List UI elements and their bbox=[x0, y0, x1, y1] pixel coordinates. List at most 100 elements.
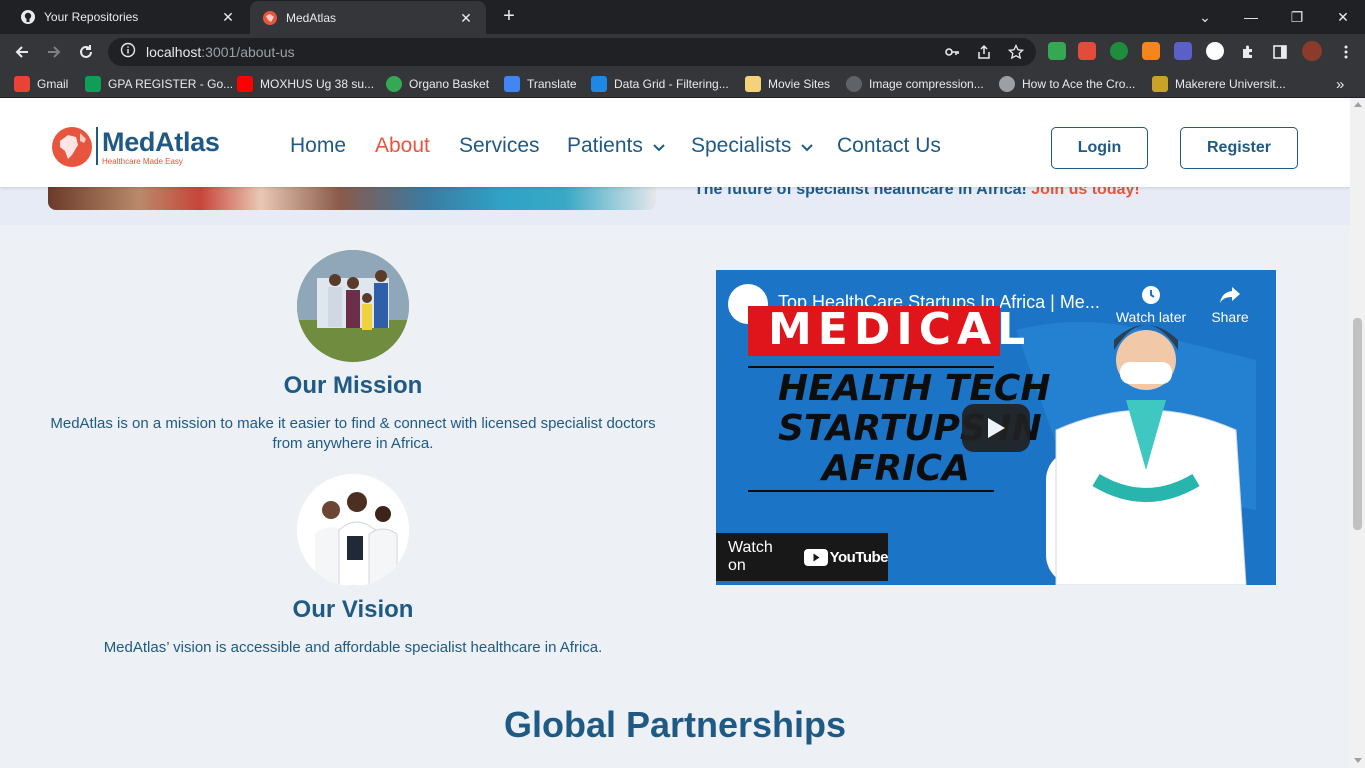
tab-search-icon[interactable]: ⌄ bbox=[1182, 0, 1228, 34]
browser-tab-bar: Your Repositories ✕ MedAtlas ✕ + ⌄ — ❐ ✕ bbox=[0, 0, 1365, 35]
github-icon bbox=[20, 9, 36, 25]
watch-on-label: Watch on bbox=[728, 539, 773, 574]
close-window-icon[interactable]: ✕ bbox=[1320, 0, 1365, 34]
login-button[interactable]: Login bbox=[1051, 127, 1148, 169]
extension-purple-icon[interactable] bbox=[1174, 42, 1192, 60]
medatlas-favicon-icon bbox=[262, 10, 278, 26]
watch-later-button[interactable]: Watch later bbox=[1111, 284, 1191, 325]
bookmark-how-to-ace[interactable]: How to Ace the Cro... bbox=[999, 75, 1135, 93]
extension-shield-icon[interactable] bbox=[1048, 42, 1066, 60]
mui-icon bbox=[591, 76, 607, 92]
bookmark-makerere[interactable]: Makerere Universit... bbox=[1152, 75, 1286, 93]
youtube-wordmark: YouTube bbox=[829, 548, 889, 566]
nav-specialists[interactable]: Specialists bbox=[691, 134, 814, 158]
side-panel-icon[interactable] bbox=[1272, 44, 1288, 60]
register-button[interactable]: Register bbox=[1180, 127, 1298, 169]
play-button[interactable] bbox=[962, 404, 1030, 452]
profile-avatar[interactable] bbox=[1302, 41, 1322, 61]
vision-text: MedAtlas’ vision is accessible and affor… bbox=[103, 639, 603, 656]
play-icon bbox=[988, 418, 1005, 438]
share-arrow-icon bbox=[1220, 287, 1240, 303]
extension-green-ring-icon[interactable] bbox=[1110, 42, 1128, 60]
thumbnail-line-3: AFRICA bbox=[822, 448, 970, 489]
bookmark-image-compression[interactable]: Image compression... bbox=[846, 75, 984, 93]
bookmark-translate[interactable]: Translate bbox=[504, 75, 577, 93]
nav-patients-label: Patients bbox=[567, 134, 643, 157]
vision-image bbox=[297, 474, 409, 586]
close-tab-icon[interactable]: ✕ bbox=[458, 10, 474, 26]
share-label: Share bbox=[1211, 309, 1249, 325]
bookmark-movie-sites[interactable]: Movie Sites bbox=[745, 75, 830, 93]
bookmark-data-grid[interactable]: Data Grid - Filtering... bbox=[591, 75, 729, 93]
bookmark-gmail[interactable]: Gmail bbox=[14, 75, 68, 93]
share-page-icon[interactable] bbox=[976, 44, 992, 60]
vision-title: Our Vision bbox=[292, 596, 414, 623]
chevron-down-icon bbox=[653, 134, 665, 158]
nav-home[interactable]: Home bbox=[290, 134, 346, 158]
bookmark-organo-basket[interactable]: Organo Basket bbox=[386, 75, 489, 93]
translate-icon bbox=[504, 76, 520, 92]
bookmark-moxhus[interactable]: MOXHUS Ug 38 su... bbox=[237, 75, 374, 93]
key-icon[interactable] bbox=[944, 44, 960, 60]
address-bar[interactable]: localhost:3001/about-us bbox=[108, 38, 1036, 66]
mission-text: MedAtlas is on a mission to make it easi… bbox=[50, 415, 656, 452]
restore-icon[interactable]: ❐ bbox=[1274, 0, 1320, 34]
nav-specialists-label: Specialists bbox=[691, 134, 792, 157]
thumbnail-banner-text: MEDICAL bbox=[768, 304, 1032, 355]
thumbnail-rule bbox=[748, 490, 994, 492]
youtube-icon bbox=[803, 548, 828, 566]
back-icon[interactable] bbox=[10, 40, 34, 64]
sheets-icon bbox=[85, 76, 101, 92]
eye-icon bbox=[999, 76, 1015, 92]
nav-services[interactable]: Services bbox=[459, 134, 540, 158]
organo-icon bbox=[386, 76, 402, 92]
extension-colorful-icon[interactable] bbox=[1206, 42, 1224, 60]
tab-medatlas[interactable]: MedAtlas ✕ bbox=[250, 1, 486, 35]
bookmark-star-icon[interactable] bbox=[1007, 43, 1025, 60]
partnerships-title: Global Partnerships bbox=[503, 704, 847, 745]
chevron-down-icon bbox=[801, 134, 814, 158]
url-text[interactable]: localhost:3001/about-us bbox=[146, 44, 295, 60]
site-navbar: MedAtlas Healthcare Made Easy Home About… bbox=[0, 98, 1350, 187]
scrollbar-thumb[interactable] bbox=[1353, 318, 1362, 530]
nav-about[interactable]: About bbox=[375, 134, 430, 158]
scroll-down-icon[interactable] bbox=[1354, 758, 1362, 763]
reload-icon[interactable] bbox=[74, 40, 98, 64]
metamask-icon[interactable] bbox=[1142, 42, 1160, 60]
github-icon bbox=[846, 76, 862, 92]
extensions-puzzle-icon[interactable] bbox=[1240, 44, 1256, 60]
bookmark-gpa-register[interactable]: GPA REGISTER - Go... bbox=[85, 75, 233, 93]
youtube-video-embed[interactable]: Top HealthCare Startups In Africa | Me..… bbox=[716, 270, 1276, 585]
tab-your-repositories[interactable]: Your Repositories ✕ bbox=[8, 0, 248, 34]
globe-logo-icon bbox=[52, 127, 92, 167]
scroll-up-icon[interactable] bbox=[1354, 102, 1362, 107]
more-bookmarks-icon[interactable]: » bbox=[1336, 75, 1344, 93]
minimize-icon[interactable]: — bbox=[1228, 0, 1274, 34]
forward-icon[interactable] bbox=[42, 40, 66, 64]
browser-toolbar: localhost:3001/about-us bbox=[0, 34, 1365, 70]
brand-tagline: Healthcare Made Easy bbox=[102, 157, 183, 166]
site-info-icon[interactable] bbox=[120, 42, 136, 63]
nav-patients[interactable]: Patients bbox=[567, 134, 665, 158]
new-tab-icon[interactable]: + bbox=[498, 6, 520, 28]
tab-label: Your Repositories bbox=[44, 10, 139, 24]
youtube-icon bbox=[237, 76, 253, 92]
close-tab-icon[interactable]: ✕ bbox=[220, 9, 236, 25]
menu-kebab-icon[interactable] bbox=[1338, 44, 1354, 60]
medatlas-logo[interactable]: MedAtlas Healthcare Made Easy bbox=[50, 125, 240, 169]
nav-contact-us[interactable]: Contact Us bbox=[837, 134, 941, 158]
mission-title: Our Mission bbox=[283, 372, 423, 399]
extension-red-icon[interactable] bbox=[1078, 42, 1096, 60]
hero-image bbox=[48, 186, 656, 210]
logo-divider bbox=[96, 127, 98, 165]
page-scrollbar[interactable] bbox=[1350, 98, 1365, 768]
brand-name: MedAtlas bbox=[102, 127, 220, 157]
page-content: The future of specialist healthcare in A… bbox=[0, 98, 1350, 768]
tab-label: MedAtlas bbox=[286, 11, 337, 25]
youtube-logo: YouTube bbox=[803, 548, 889, 566]
bookmarks-bar: Gmail GPA REGISTER - Go... MOXHUS Ug 38 … bbox=[0, 70, 1365, 98]
folder-icon bbox=[745, 76, 761, 92]
share-video-button[interactable]: Share bbox=[1190, 284, 1270, 325]
mission-image bbox=[297, 250, 409, 362]
watch-on-youtube-button[interactable]: Watch on YouTube bbox=[716, 533, 889, 581]
